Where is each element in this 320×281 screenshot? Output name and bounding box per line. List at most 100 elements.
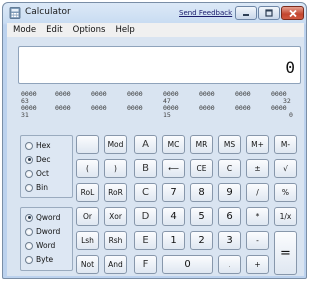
bit-position-label: 15 (163, 111, 171, 119)
add-button[interactable]: + (246, 255, 269, 274)
minimize-button[interactable] (235, 6, 257, 20)
send-feedback-link[interactable]: Send Feedback (179, 9, 232, 17)
menu-bar: Mode Edit Options Help (7, 23, 304, 37)
calculator-panel: 0 0000 0000 0000 0000 0000 0000 0000 000… (7, 37, 304, 276)
radio-word[interactable]: Word (25, 241, 55, 250)
bit-display: 0000 0000 0000 0000 0000 0000 0000 0000 … (21, 90, 299, 119)
calculator-icon (9, 7, 21, 19)
left-shift-button[interactable]: Lsh (76, 231, 99, 250)
memory-recall-button[interactable]: MR (190, 135, 213, 154)
hex-e-button[interactable]: E (134, 231, 157, 250)
hex-f-button[interactable]: F (134, 255, 157, 274)
radio-button-selected-icon (25, 155, 33, 164)
radio-button-icon (25, 169, 33, 178)
blank-key[interactable] (76, 135, 99, 154)
bit-labels-2: 31 15 0 (21, 111, 299, 119)
and-button[interactable]: And (104, 255, 127, 274)
square-root-button[interactable]: √ (274, 159, 297, 178)
close-icon (288, 9, 297, 17)
menu-options[interactable]: Options (73, 25, 106, 35)
calculator-window: Calculator Send Feedback Mode Edit Optio… (2, 2, 307, 279)
radio-bin[interactable]: Bin (25, 183, 48, 192)
radio-label: Dword (36, 227, 61, 236)
subtract-button[interactable]: - (246, 231, 269, 250)
digit-8-button[interactable]: 8 (190, 183, 213, 202)
or-button[interactable]: Or (76, 207, 99, 226)
digit-9-button[interactable]: 9 (218, 183, 241, 202)
right-shift-button[interactable]: Rsh (104, 231, 127, 250)
number-base-group: Hex Dec Oct Bin (20, 135, 73, 198)
clear-entry-button[interactable]: CE (190, 159, 213, 178)
divide-button[interactable]: / (246, 183, 269, 202)
xor-button[interactable]: Xor (104, 207, 127, 226)
multiply-button[interactable]: * (246, 207, 269, 226)
menu-edit[interactable]: Edit (46, 25, 62, 35)
radio-label: Oct (36, 169, 49, 178)
radio-label: Bin (36, 183, 48, 192)
radio-button-icon (25, 241, 33, 250)
backspace-icon: ⟵ (168, 164, 179, 173)
backspace-button[interactable]: ⟵ (162, 159, 185, 178)
memory-subtract-button[interactable]: M- (274, 135, 297, 154)
word-size-group: Qword Dword Word Byte (20, 207, 73, 271)
radio-button-icon (25, 183, 33, 192)
menu-help[interactable]: Help (115, 25, 134, 35)
menu-mode[interactable]: Mode (13, 25, 36, 35)
memory-add-button[interactable]: M+ (246, 135, 269, 154)
radio-dec[interactable]: Dec (25, 155, 51, 164)
radio-button-selected-icon (25, 213, 33, 222)
open-paren-button[interactable]: ( (76, 159, 99, 178)
maximize-icon (265, 9, 273, 17)
radio-label: Dec (36, 155, 51, 164)
maximize-button[interactable] (258, 6, 280, 20)
digit-3-button[interactable]: 3 (218, 231, 241, 250)
radio-button-icon (25, 141, 33, 150)
close-button[interactable] (281, 6, 304, 20)
hex-d-button[interactable]: D (134, 207, 157, 226)
close-paren-button[interactable]: ) (104, 159, 127, 178)
radio-hex[interactable]: Hex (25, 141, 51, 150)
radio-label: Hex (36, 141, 51, 150)
not-button[interactable]: Not (76, 255, 99, 274)
radio-dword[interactable]: Dword (25, 227, 60, 236)
minimize-icon (243, 14, 249, 16)
title-bar: Calculator Send Feedback (3, 3, 306, 23)
hex-c-button[interactable]: C (134, 183, 157, 202)
clear-button[interactable]: C (218, 159, 241, 178)
bit-row-1: 0000 0000 0000 0000 0000 0000 0000 0000 (21, 90, 299, 98)
equals-button[interactable]: = (274, 231, 297, 275)
digit-0-button[interactable]: 0 (162, 255, 213, 274)
reciprocal-button[interactable]: 1/x (274, 207, 297, 226)
radio-qword[interactable]: Qword (25, 213, 60, 222)
digit-4-button[interactable]: 4 (162, 207, 185, 226)
decimal-button[interactable]: . (218, 255, 241, 274)
bit-position-label: 0 (289, 111, 293, 119)
mod-button[interactable]: Mod (104, 135, 127, 154)
display-value: 0 (285, 58, 295, 77)
negate-button[interactable]: ± (246, 159, 269, 178)
hex-a-button[interactable]: A (134, 135, 157, 154)
bit-row-2: 0000 0000 0000 0000 0000 0000 0000 0000 (21, 104, 299, 112)
percent-button[interactable]: % (274, 183, 297, 202)
bit-labels-1: 63 47 32 (21, 97, 299, 105)
radio-byte[interactable]: Byte (25, 255, 53, 264)
radio-button-icon (25, 227, 33, 236)
radio-label: Byte (36, 255, 54, 264)
rotate-left-button[interactable]: RoL (76, 183, 99, 202)
digit-7-button[interactable]: 7 (162, 183, 185, 202)
radio-label: Word (36, 241, 56, 250)
bit-position-label: 31 (21, 111, 29, 119)
radio-button-icon (25, 255, 33, 264)
radio-label: Qword (36, 213, 61, 222)
memory-clear-button[interactable]: MC (162, 135, 185, 154)
hex-b-button[interactable]: B (134, 159, 157, 178)
digit-2-button[interactable]: 2 (190, 231, 213, 250)
digit-1-button[interactable]: 1 (162, 231, 185, 250)
memory-store-button[interactable]: MS (218, 135, 241, 154)
window-title: Calculator (25, 7, 71, 17)
digit-6-button[interactable]: 6 (218, 207, 241, 226)
rotate-right-button[interactable]: RoR (104, 183, 127, 202)
digit-5-button[interactable]: 5 (190, 207, 213, 226)
radio-oct[interactable]: Oct (25, 169, 49, 178)
display: 0 (18, 46, 301, 84)
